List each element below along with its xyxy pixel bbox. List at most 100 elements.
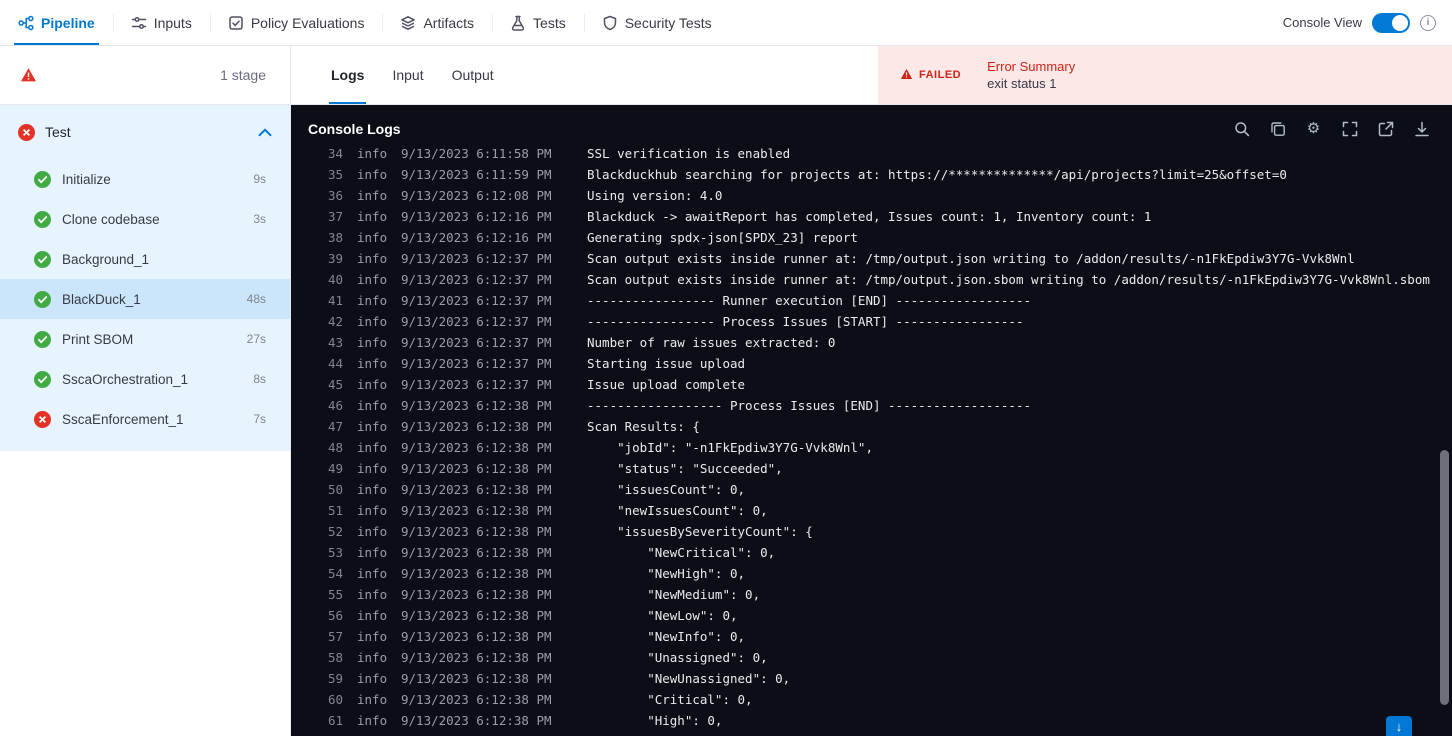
- log-level: info: [357, 629, 388, 644]
- log-message: ------------------ Process Issues [END] …: [587, 398, 1032, 413]
- tab-inputs[interactable]: Inputs: [112, 0, 210, 45]
- log-timestamp: 9/13/2023 6:12:37 PM: [401, 293, 552, 308]
- log-message: ----------------- Process Issues [START]…: [587, 314, 1024, 329]
- log-message: "NewLow": 0,: [587, 608, 738, 623]
- scroll-to-bottom-button[interactable]: ↓: [1386, 716, 1412, 736]
- info-icon[interactable]: i: [1420, 14, 1436, 31]
- log-line: 60 info 9/13/2023 6:12:38 PM "Critical": 0…: [291, 689, 1452, 710]
- tab-output[interactable]: Output: [438, 46, 508, 104]
- console-scrollbar[interactable]: [1440, 450, 1449, 705]
- step-row[interactable]: BlackDuck_1 48s: [0, 279, 290, 319]
- log-line-number: 51: [327, 503, 343, 518]
- log-level: info: [357, 230, 388, 245]
- log-line-number: 61: [327, 713, 343, 728]
- log-line-number: 56: [327, 608, 343, 623]
- log-line: 59 info 9/13/2023 6:12:38 PM "NewUnassigne…: [291, 668, 1452, 689]
- step-name: Print SBOM: [62, 331, 134, 347]
- log-message: "NewInfo": 0,: [587, 629, 746, 644]
- artifacts-icon: [400, 15, 416, 31]
- log-line: 58 info 9/13/2023 6:12:38 PM "Unassigned":…: [291, 647, 1452, 668]
- step-row[interactable]: SscaEnforcement_1 7s: [0, 399, 290, 439]
- log-line: 52 info 9/13/2023 6:12:38 PM "issuesBySeve…: [291, 521, 1452, 542]
- log-line: 48 info 9/13/2023 6:12:38 PM "jobId": "-n1…: [291, 437, 1452, 458]
- log-level: info: [357, 440, 388, 455]
- gear-icon[interactable]: ⚙: [1305, 120, 1322, 137]
- step-row[interactable]: Initialize 9s: [0, 159, 290, 199]
- log-timestamp: 9/13/2023 6:12:38 PM: [401, 608, 552, 623]
- step-row[interactable]: Print SBOM 27s: [0, 319, 290, 359]
- log-line: 39 info 9/13/2023 6:12:37 PM Scan output ex…: [291, 248, 1452, 269]
- log-timestamp: 9/13/2023 6:12:38 PM: [401, 566, 552, 581]
- log-timestamp: 9/13/2023 6:12:37 PM: [401, 377, 552, 392]
- log-level: info: [357, 461, 388, 476]
- sidebar-header: 1 stage: [0, 46, 290, 105]
- log-line-number: 38: [327, 230, 343, 245]
- log-line: 55 info 9/13/2023 6:12:38 PM "NewMedium": …: [291, 584, 1452, 605]
- tab-label: Tests: [533, 14, 566, 31]
- log-level: info: [357, 146, 388, 161]
- log-level: info: [357, 650, 388, 665]
- log-message: "NewMedium": 0,: [587, 587, 761, 602]
- log-line: 40 info 9/13/2023 6:12:37 PM Scan output ex…: [291, 269, 1452, 290]
- log-line-number: 58: [327, 650, 343, 665]
- log-timestamp: 9/13/2023 6:12:38 PM: [401, 440, 552, 455]
- log-timestamp: 9/13/2023 6:12:38 PM: [401, 731, 571, 736]
- tab-input[interactable]: Input: [378, 46, 437, 104]
- log-line: 62 info 9/13/2023 6:12:38 PM "Medium": 0,: [291, 731, 1452, 736]
- pipeline-icon: [18, 15, 34, 31]
- step-row[interactable]: SscaOrchestration_1 8s: [0, 359, 290, 399]
- log-timestamp: 9/13/2023 6:12:37 PM: [401, 335, 552, 350]
- log-timestamp: 9/13/2023 6:11:58 PM: [401, 146, 552, 161]
- main-top-bar: Logs Input Output FAILED Error Summary exi…: [291, 46, 1452, 105]
- step-name: SscaOrchestration_1: [62, 371, 189, 387]
- log-line-number: 52: [327, 524, 343, 539]
- log-level: info: [357, 608, 388, 623]
- copy-icon[interactable]: [1269, 120, 1286, 137]
- success-status-icon: [34, 290, 51, 308]
- log-message: "Unassigned": 0,: [587, 650, 768, 665]
- chevron-up-icon[interactable]: [258, 127, 272, 137]
- security-tests-icon: [602, 15, 618, 31]
- tab-security-tests[interactable]: Security Tests: [583, 0, 730, 45]
- inputs-icon: [131, 15, 147, 31]
- log-line-number: 47: [327, 419, 343, 434]
- open-in-new-icon[interactable]: [1377, 120, 1394, 137]
- log-line: 35 info 9/13/2023 6:11:59 PM Blackduckhub s…: [291, 164, 1452, 185]
- tab-artifacts[interactable]: Artifacts: [382, 0, 492, 45]
- console-actions: ⚙: [1233, 120, 1430, 137]
- main-layout: 1 stage Test Initialize 9s Clone codebase 3…: [0, 46, 1452, 736]
- step-duration: 27s: [246, 332, 266, 346]
- log-level: info: [357, 293, 388, 308]
- log-message: "Medium": 0,: [587, 731, 737, 736]
- download-icon[interactable]: [1413, 120, 1430, 137]
- console-view-toggle[interactable]: [1372, 12, 1410, 33]
- tab-logs[interactable]: Logs: [317, 46, 378, 104]
- log-message: Blackduck -> awaitReport has completed, …: [587, 209, 1152, 224]
- log-line-number: 41: [327, 293, 343, 308]
- step-name: SscaEnforcement_1: [62, 411, 184, 427]
- stage-row-test[interactable]: Test: [0, 105, 290, 159]
- error-summary-title: Error Summary: [987, 59, 1076, 74]
- success-status-icon: [34, 170, 51, 188]
- log-message: Number of raw issues extracted: 0: [587, 335, 836, 350]
- log-level: info: [357, 272, 388, 287]
- failed-status-icon: [34, 410, 51, 428]
- tab-pipeline[interactable]: Pipeline: [0, 0, 113, 45]
- log-level: info: [357, 314, 388, 329]
- log-timestamp: 9/13/2023 6:12:16 PM: [401, 209, 552, 224]
- log-line-number: 40: [327, 272, 343, 287]
- log-timestamp: 9/13/2023 6:12:37 PM: [401, 356, 552, 371]
- step-row[interactable]: Background_1: [0, 239, 290, 279]
- failed-status-icon: [18, 123, 35, 141]
- log-message: Issue upload complete: [587, 377, 746, 392]
- execution-sidebar: 1 stage Test Initialize 9s Clone codebase 3…: [0, 46, 291, 736]
- log-level: info: [357, 251, 388, 266]
- fullscreen-icon[interactable]: [1341, 120, 1358, 137]
- step-duration: 3s: [253, 212, 266, 226]
- log-message: "issuesCount": 0,: [587, 482, 746, 497]
- search-icon[interactable]: [1233, 120, 1250, 137]
- tab-tests[interactable]: Tests: [492, 0, 584, 45]
- step-row[interactable]: Clone codebase 3s: [0, 199, 290, 239]
- tab-policy-evaluations[interactable]: Policy Evaluations: [209, 0, 383, 45]
- error-summary-detail: exit status 1: [987, 76, 1057, 91]
